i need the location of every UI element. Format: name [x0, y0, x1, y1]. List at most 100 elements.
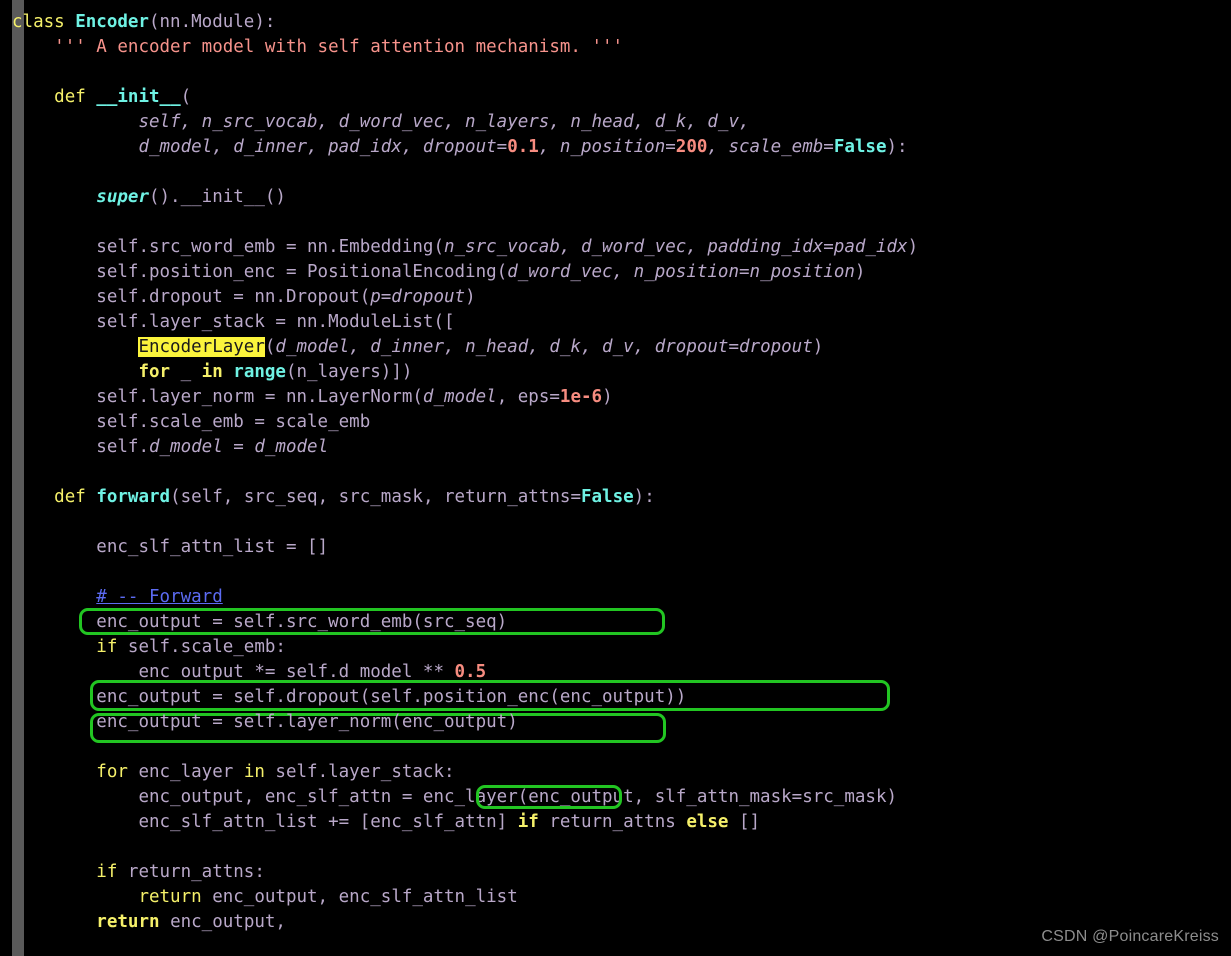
code-token: d_model: [148, 437, 223, 457]
code-token: enc_slf_attn_list += [enc_slf_attn]: [138, 812, 518, 832]
code-token: enc_output,: [170, 912, 286, 932]
code-token: =: [222, 437, 255, 457]
code-line: return enc_output, enc_slf_attn_list: [0, 885, 1231, 910]
code-token: else: [686, 812, 739, 832]
code-token: d_model: [422, 387, 497, 407]
code-line: self.scale_emb = scale_emb: [0, 410, 1231, 435]
code-token: 0.1: [507, 137, 539, 157]
code-line: enc_output *= self.d_model ** 0.5: [0, 660, 1231, 685]
code-line: class Encoder(nn.Module):: [0, 10, 1231, 35]
code-token: False: [833, 137, 887, 157]
code-token: , eps=: [496, 387, 560, 407]
code-line: enc_output = self.src_word_emb(src_seq): [0, 610, 1231, 635]
code-line: enc_output = self.layer_norm(enc_output): [0, 710, 1231, 735]
code-token: ''' A encoder model with self attention …: [54, 37, 624, 57]
code-token: for: [96, 762, 139, 782]
code-line: enc_output, enc_slf_attn = enc_layer(enc…: [0, 785, 1231, 810]
code-token: (: [264, 337, 276, 357]
code-token: super: [96, 187, 149, 207]
code-token: if: [96, 862, 128, 882]
code-token: enc_output, enc_slf_attn_list: [212, 887, 518, 907]
code-token: (n_layers)]): [285, 362, 413, 382]
code-token: enc_output, enc_slf_attn = enc_layer(enc…: [138, 787, 898, 807]
code-token: for: [138, 362, 181, 382]
code-token: enc_slf_attn_list = []: [96, 537, 329, 557]
code-token: if: [96, 637, 128, 657]
code-line: self.layer_stack = nn.ModuleList([: [0, 310, 1231, 335]
code-token: EncoderLayer: [138, 337, 265, 357]
code-token: enc_output = self.layer_norm(enc_output): [96, 712, 518, 732]
code-token: ): [854, 262, 866, 282]
code-line: def __init__(: [0, 85, 1231, 110]
code-token: class: [12, 12, 76, 32]
code-line: self.dropout = nn.Dropout(p=dropout): [0, 285, 1231, 310]
code-token: enc_output = self.dropout(self.position_…: [96, 687, 687, 707]
code-token: (nn.Module):: [148, 12, 276, 32]
code-token: ): [602, 387, 613, 407]
code-token: if: [517, 812, 550, 832]
code-token: 200: [675, 137, 708, 157]
code-line: if return_attns:: [0, 860, 1231, 885]
code-token: n_src_vocab, d_word_vec, padding_idx=pad…: [443, 237, 908, 257]
code-screenshot: class Encoder(nn.Module): ''' A encoder …: [0, 0, 1231, 956]
code-token: enc_output = self.src_word_emb(src_seq): [96, 612, 508, 632]
code-token: return: [138, 887, 213, 907]
code-token: forward: [96, 487, 171, 507]
code-line: self.layer_norm = nn.LayerNorm(d_model, …: [0, 385, 1231, 410]
code-line: for enc_layer in self.layer_stack:: [0, 760, 1231, 785]
code-line: self, n_src_vocab, d_word_vec, n_layers,…: [0, 110, 1231, 135]
code-token: self, n_src_vocab, d_word_vec, n_layers,…: [138, 112, 750, 132]
code-token: d_model, d_inner, pad_idx, dropout=: [138, 137, 508, 157]
code-token: (self, src_seq, src_mask, return_attns=: [170, 487, 581, 507]
code-line: if self.scale_emb:: [0, 635, 1231, 660]
code-token: (: [180, 87, 192, 107]
code-line: enc_output = self.dropout(self.position_…: [0, 685, 1231, 710]
code-token: _: [180, 362, 202, 382]
code-token: self.scale_emb = scale_emb: [96, 412, 371, 432]
code-token: ().__init__(): [148, 187, 286, 207]
code-line: self.position_enc = PositionalEncoding(d…: [0, 260, 1231, 285]
code-line: for _ in range(n_layers)]): [0, 360, 1231, 385]
code-token: self.src_word_emb = nn.Embedding(: [96, 237, 444, 257]
code-line: ''' A encoder model with self attention …: [0, 35, 1231, 60]
code-token: return_attns:: [127, 862, 265, 882]
code-token: , scale_emb=: [707, 137, 834, 157]
code-token: ): [465, 287, 476, 307]
code-editor-content[interactable]: class Encoder(nn.Module): ''' A encoder …: [0, 0, 1231, 956]
code-token: ): [812, 337, 824, 357]
code-token: Encoder: [75, 12, 149, 32]
code-line: # -- Forward: [0, 585, 1231, 610]
code-token: __init__: [96, 87, 181, 107]
code-line: enc_slf_attn_list = []: [0, 535, 1231, 560]
code-line: super().__init__(): [0, 185, 1231, 210]
code-line: d_model, d_inner, pad_idx, dropout=0.1, …: [0, 135, 1231, 160]
code-token: in: [201, 362, 234, 382]
code-token: 1e-6: [559, 387, 603, 407]
code-token: False: [580, 487, 634, 507]
code-token: , n_position=: [538, 137, 676, 157]
